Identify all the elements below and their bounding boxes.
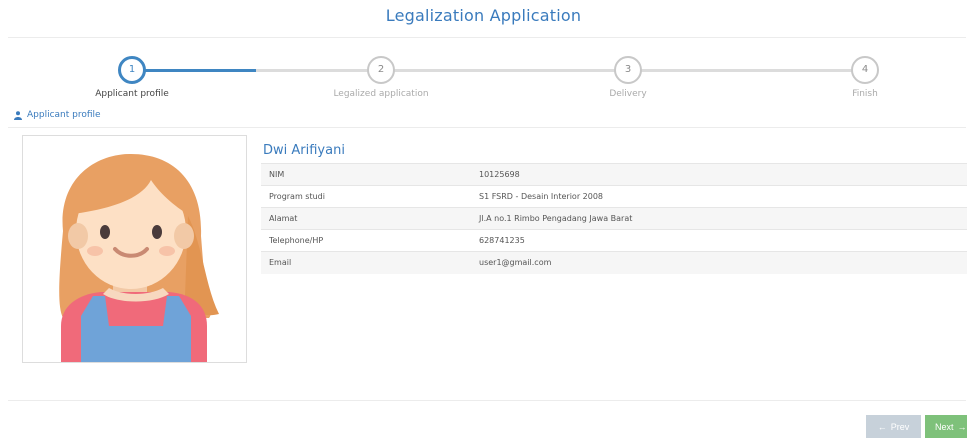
user-icon (14, 110, 22, 120)
progress-stepper: 1 2 3 4 Applicant profile Legalized appl… (0, 56, 967, 102)
field-value: S1 FSRD - Desain Interior 2008 (471, 185, 967, 208)
field-label: Program studi (261, 185, 471, 208)
step-track-pending (256, 69, 865, 72)
table-row: Alamat Jl.A no.1 Rimbo Pengadang Jawa Ba… (261, 207, 967, 230)
arrow-right-icon: → (957, 421, 967, 432)
step-2-label: Legalized application (333, 89, 429, 99)
step-2-indicator[interactable]: 2 (367, 56, 395, 84)
step-1-indicator[interactable]: 1 (118, 56, 146, 84)
applicant-photo (22, 135, 247, 363)
step-3-label: Delivery (609, 89, 647, 99)
table-row: Email user1@gmail.com (261, 251, 967, 274)
step-3-indicator[interactable]: 3 (614, 56, 642, 84)
field-label: Alamat (261, 207, 471, 230)
next-button[interactable]: Next → (925, 415, 967, 438)
page-title: Legalization Application (385, 6, 582, 25)
field-value: user1@gmail.com (471, 251, 967, 274)
table-row: Telephone/HP 628741235 (261, 229, 967, 252)
field-value: Jl.A no.1 Rimbo Pengadang Jawa Barat (471, 207, 967, 230)
prev-button-label: Prev (890, 421, 910, 432)
step-4-indicator[interactable]: 4 (851, 56, 879, 84)
field-value: 628741235 (471, 229, 967, 252)
table-row: NIM 10125698 (261, 163, 967, 186)
field-label: NIM (261, 163, 471, 186)
arrow-left-icon: ← (877, 421, 887, 432)
next-button-label: Next (935, 421, 954, 432)
section-heading: Applicant profile (14, 110, 101, 120)
avatar-illustration (59, 154, 219, 362)
applicant-name: Dwi Arifiyani (263, 143, 345, 158)
divider (8, 400, 966, 401)
table-row: Program studi S1 FSRD - Desain Interior … (261, 185, 967, 208)
divider (8, 37, 966, 38)
field-label: Email (261, 251, 471, 274)
divider (8, 127, 966, 128)
step-4-label: Finish (852, 89, 878, 99)
step-track-complete (131, 69, 256, 72)
field-value: 10125698 (471, 163, 967, 186)
field-label: Telephone/HP (261, 229, 471, 252)
prev-button[interactable]: ← Prev (866, 415, 921, 438)
section-title: Applicant profile (27, 110, 101, 120)
applicant-details-table: NIM 10125698 Program studi S1 FSRD - Des… (261, 163, 967, 274)
step-1-label: Applicant profile (95, 89, 169, 99)
